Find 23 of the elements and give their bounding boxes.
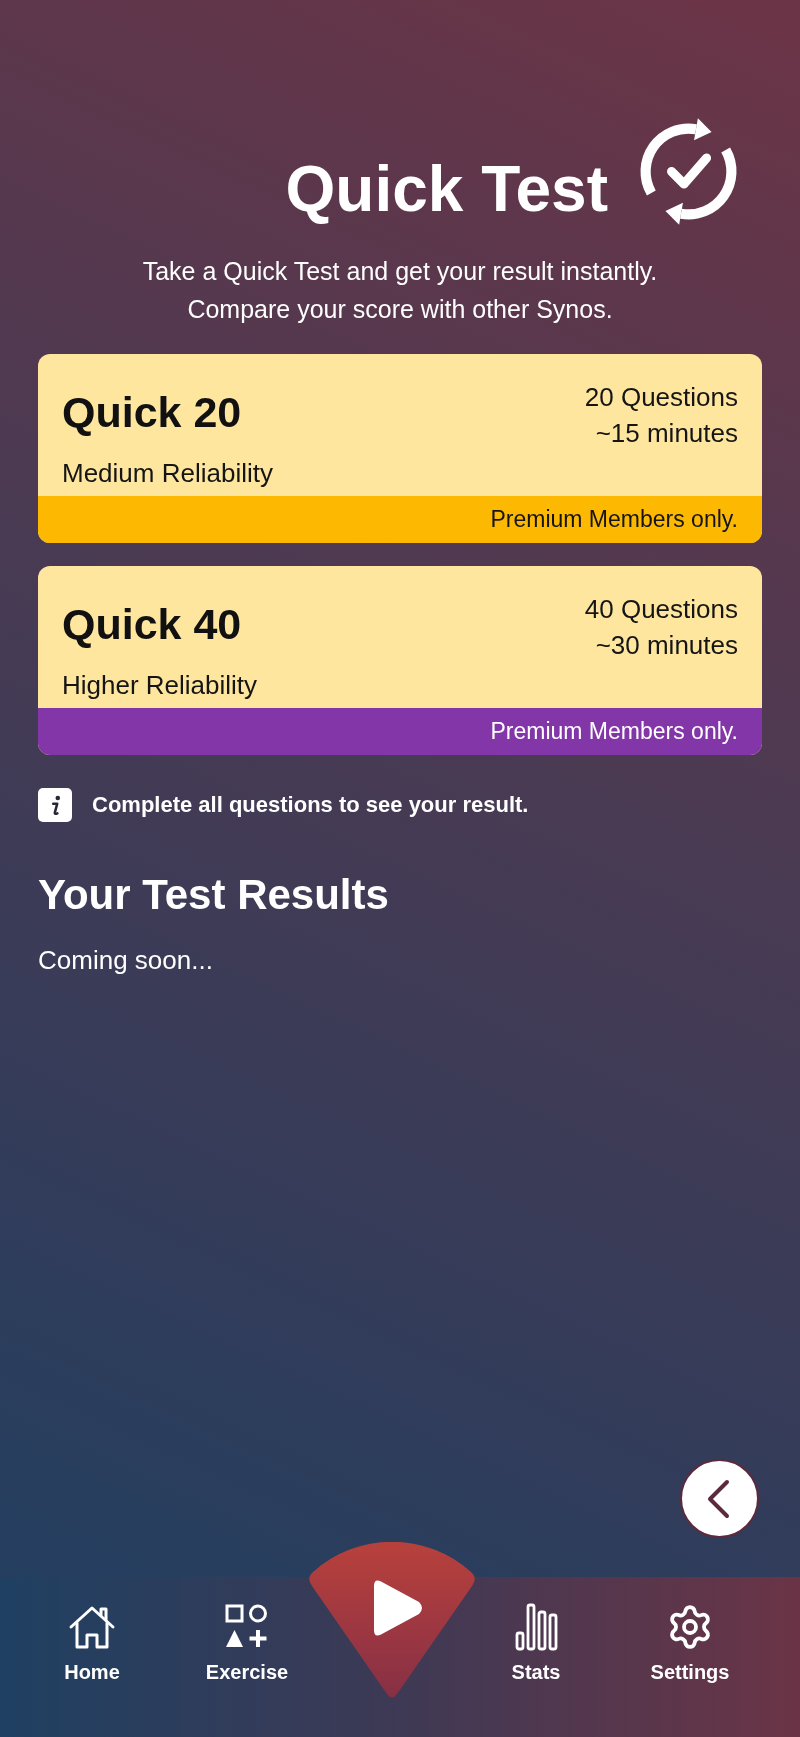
- premium-notice: Premium Members only.: [490, 508, 738, 531]
- nav-item[interactable]: Home: [37, 1577, 147, 1684]
- reliability-label: Medium Reliability: [62, 458, 273, 488]
- test-detail: 20 Questions: [584, 381, 738, 414]
- results-heading: Your Test Results: [38, 874, 389, 916]
- results-status: Coming soon...: [38, 947, 213, 973]
- test-detail: ~30 minutes: [595, 629, 738, 662]
- subtitle-text: Take a Quick Test and get your result instantly.: [142, 256, 658, 287]
- test-name: Quick 40: [62, 603, 242, 646]
- test-detail: ~15 minutes: [595, 417, 738, 450]
- test-card[interactable]: Quick 20 Medium Reliability 20 Questions ~15 minutes Premium Members only.: [38, 354, 762, 543]
- info-icon: [38, 788, 72, 822]
- nav-item[interactable]: Exercise: [192, 1577, 302, 1684]
- chevron-left-icon: [705, 1478, 730, 1519]
- nav-item[interactable]: Stats: [481, 1577, 591, 1684]
- test-detail: 40 Questions: [584, 593, 738, 626]
- info-text: Complete all questions to see your result.: [92, 794, 529, 816]
- subtitle-text: Compare your score with other Synos.: [187, 294, 613, 325]
- test-name: Quick 20: [62, 391, 242, 434]
- test-card[interactable]: Quick 40 Higher Reliability 40 Questions ~30 minutes Premium Members only.: [38, 566, 762, 755]
- reliability-label: Higher Reliability: [62, 670, 258, 700]
- nav-item[interactable]: Settings: [635, 1577, 745, 1684]
- premium-notice: Premium Members only.: [490, 720, 738, 743]
